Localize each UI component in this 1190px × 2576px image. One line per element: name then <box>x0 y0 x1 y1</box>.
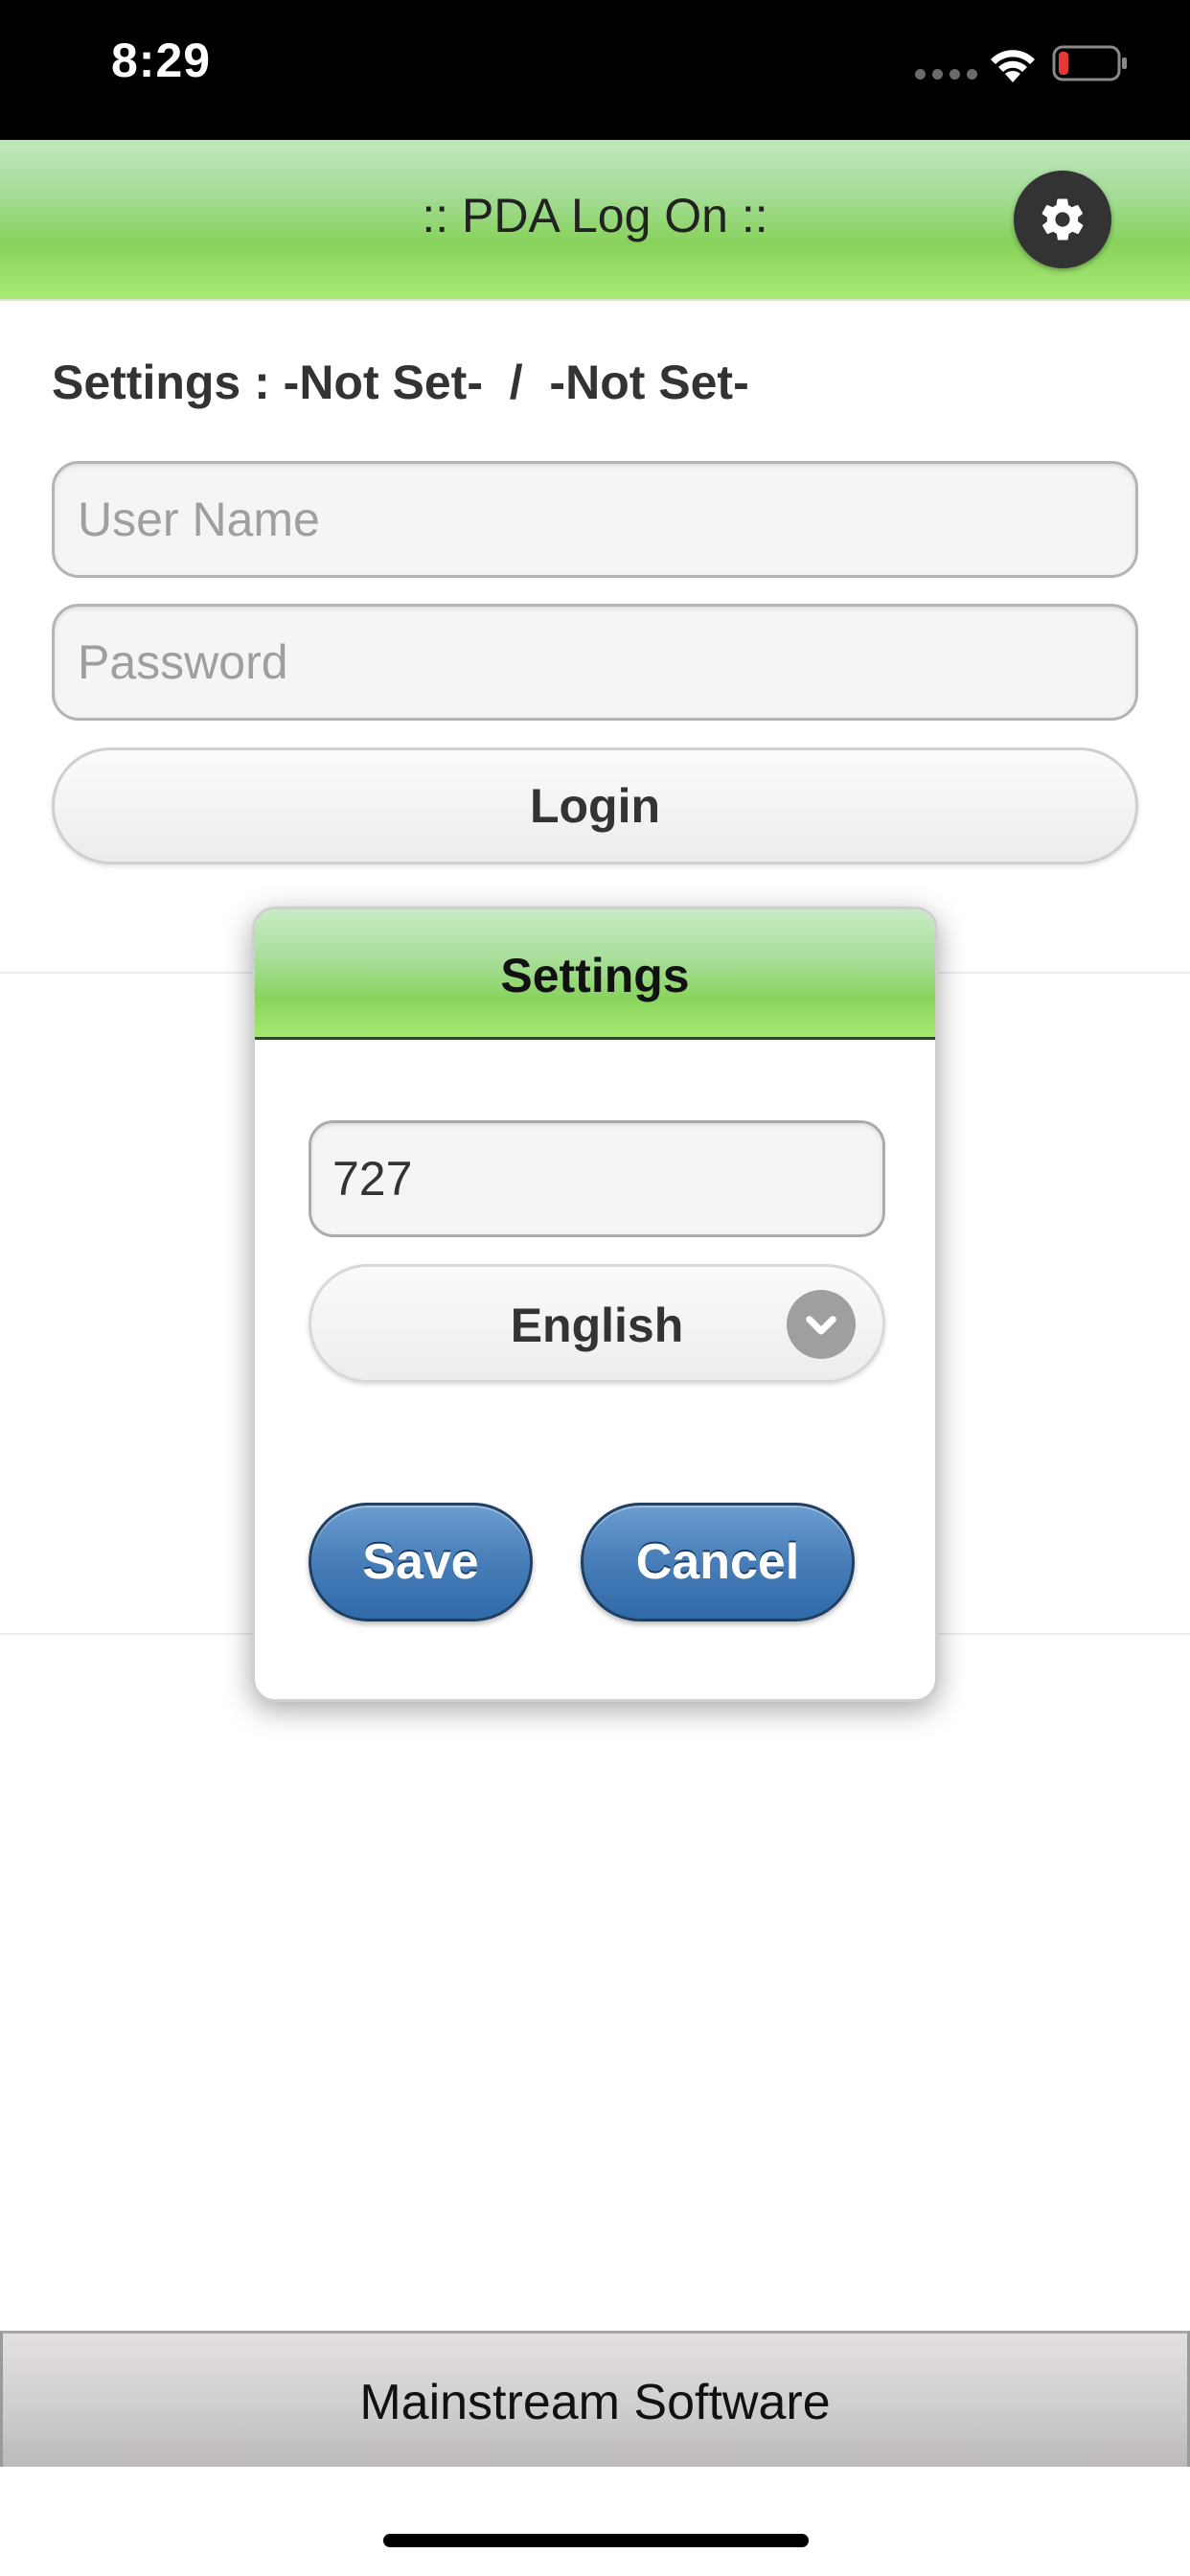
username-input[interactable] <box>52 461 1138 578</box>
settings-status-text: Settings : -Not Set- / -Not Set- <box>52 356 749 409</box>
footer-text: Mainstream Software <box>359 2375 831 2430</box>
site-code-input[interactable] <box>309 1120 885 1237</box>
password-input[interactable] <box>52 604 1138 721</box>
wifi-icon <box>991 50 1035 82</box>
signal-dots-icon <box>915 69 977 80</box>
status-time: 8:29 <box>111 34 212 87</box>
home-indicator[interactable] <box>383 2534 809 2547</box>
cancel-button[interactable]: Cancel <box>581 1503 855 1622</box>
chevron-down-icon <box>787 1290 856 1359</box>
save-button[interactable]: Save <box>309 1503 533 1622</box>
gear-icon <box>1041 198 1084 241</box>
login-button[interactable]: Login <box>52 748 1138 864</box>
dialog-header: Settings <box>255 909 935 1040</box>
app-footer: Mainstream Software <box>0 2331 1190 2467</box>
status-bar: 8:29 <box>0 0 1190 140</box>
dialog-title: Settings <box>500 949 690 1002</box>
page-title: :: PDA Log On :: <box>422 189 768 242</box>
settings-button[interactable] <box>1014 171 1111 268</box>
battery-low-icon <box>1052 45 1127 81</box>
settings-dialog: Settings English Save Cancel <box>252 907 938 1702</box>
app-header: :: PDA Log On :: <box>0 140 1190 301</box>
language-select[interactable]: English <box>309 1264 885 1383</box>
